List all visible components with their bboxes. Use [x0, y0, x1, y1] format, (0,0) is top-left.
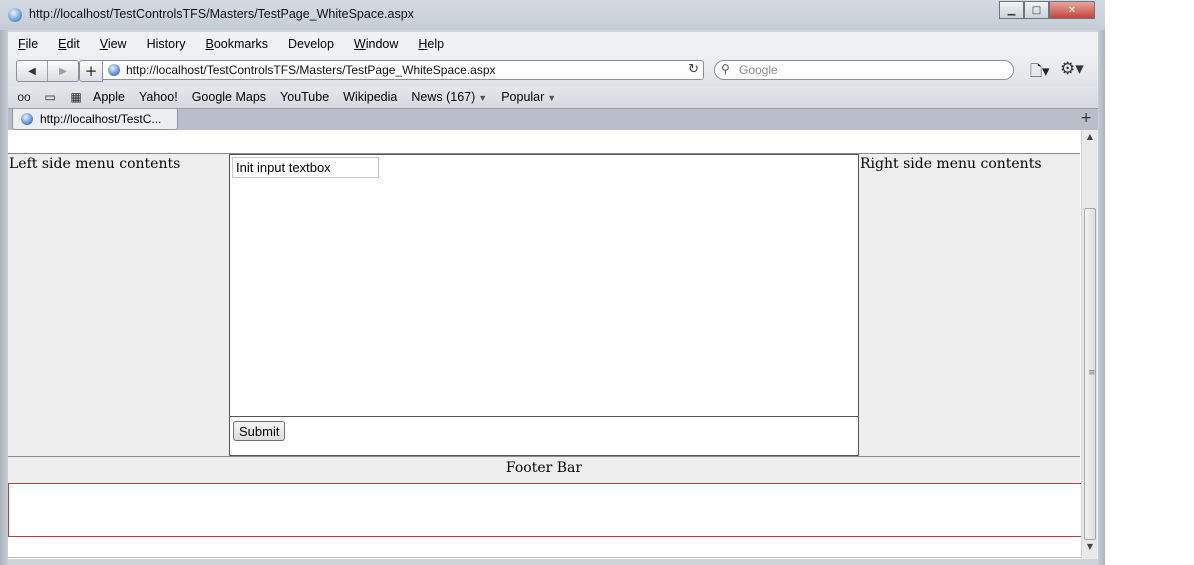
red-bordered-region	[8, 483, 1082, 537]
close-button[interactable]: ✕	[1049, 1, 1095, 19]
bookmark-yahoo[interactable]: Yahoo!	[132, 90, 185, 104]
menu-window[interactable]: Window	[344, 37, 408, 51]
main-content-panel: Submit	[229, 154, 859, 456]
vertical-scrollbar[interactable]: ▲ ≡ ▼	[1081, 130, 1098, 559]
page-content: Left side menu contents Submit Right sid…	[8, 130, 1098, 559]
reload-icon[interactable]: ↻	[688, 62, 699, 77]
init-input-textbox[interactable]	[232, 157, 379, 178]
browser-window: http://localhost/TestControlsTFS/Masters…	[0, 0, 1105, 565]
top-sites-grid-icon[interactable]: ▦	[66, 90, 86, 104]
tab-globe-icon	[21, 113, 33, 125]
chevron-down-icon: ▼	[547, 93, 557, 103]
address-url[interactable]: http://localhost/TestControlsTFS/Masters…	[126, 63, 496, 77]
chevron-down-icon: ▼	[478, 93, 488, 103]
right-side-menu: Right side menu contents	[859, 154, 1080, 456]
right-menu-text: Right side menu contents	[860, 156, 1042, 172]
forward-icon[interactable]: ▶	[47, 61, 78, 81]
search-icon[interactable]: ⚲	[721, 62, 730, 76]
browser-globe-icon	[8, 8, 22, 22]
window-controls: ▁ □ ✕	[999, 1, 1095, 20]
gear-icon[interactable]: ⚙▾	[1060, 59, 1084, 79]
submit-button[interactable]: Submit	[233, 421, 286, 441]
bookmark-google-maps[interactable]: Google Maps	[185, 90, 273, 104]
window-right-border	[1098, 30, 1105, 565]
back-forward-group: ◀ ▶	[16, 60, 79, 82]
window-title: http://localhost/TestControlsTFS/Masters…	[29, 7, 414, 21]
search-input[interactable]	[739, 62, 999, 78]
menu-bookmarks[interactable]: Bookmarks	[196, 37, 279, 51]
left-side-menu: Left side menu contents	[8, 154, 229, 456]
content-divider	[230, 416, 858, 417]
book-icon[interactable]: ▭	[40, 90, 60, 104]
minimize-button[interactable]: ▁	[999, 1, 1024, 19]
menu-file[interactable]: File	[8, 37, 48, 51]
menu-develop[interactable]: Develop	[278, 37, 344, 51]
tab-strip: http://localhost/TestC... +	[8, 108, 1098, 130]
scroll-grip-icon: ≡	[1088, 368, 1096, 378]
tab-active[interactable]: http://localhost/TestC...	[12, 109, 178, 130]
site-globe-icon	[108, 64, 120, 76]
title-bar: http://localhost/TestControlsTFS/Masters…	[0, 0, 1105, 30]
bookmark-folder-news[interactable]: News (167) ▼	[404, 90, 494, 104]
menu-bar: File Edit View History Bookmarks Develop…	[8, 32, 1098, 56]
navigation-toolbar: ◀ ▶ + http://localhost/TestControlsTFS/M…	[8, 56, 1098, 86]
bookmark-youtube[interactable]: YouTube	[273, 90, 336, 104]
scroll-down-arrow-icon[interactable]: ▼	[1082, 542, 1098, 551]
address-bar[interactable]: http://localhost/TestControlsTFS/Masters…	[102, 60, 704, 80]
menu-edit[interactable]: Edit	[48, 37, 90, 51]
back-icon[interactable]: ◀	[17, 61, 47, 81]
menu-history[interactable]: History	[137, 37, 196, 51]
left-menu-text: Left side menu contents	[9, 156, 181, 172]
page-menu-icon[interactable]: 🗋▾	[1030, 61, 1050, 86]
scrollbar-thumb[interactable]: ≡	[1084, 208, 1096, 540]
window-left-border	[0, 30, 8, 565]
add-bookmark-plus-icon[interactable]: +	[79, 60, 103, 82]
scroll-up-arrow-icon[interactable]: ▲	[1082, 132, 1098, 141]
menu-view[interactable]: View	[90, 37, 137, 51]
search-box[interactable]: ⚲	[714, 60, 1014, 80]
bookmark-apple[interactable]: Apple	[86, 90, 132, 104]
new-tab-plus-icon[interactable]: +	[1080, 110, 1092, 126]
footer-bar: Footer Bar	[8, 456, 1080, 483]
bookmark-folder-popular[interactable]: Popular ▼	[494, 90, 563, 104]
bookmarks-bar: oo ▭ ▦ Apple Yahoo! Google Maps YouTube …	[8, 86, 1098, 108]
menu-help[interactable]: Help	[408, 37, 454, 51]
reading-list-icon[interactable]: oo	[14, 90, 34, 104]
maximize-button[interactable]: □	[1024, 1, 1049, 19]
bookmark-wikipedia[interactable]: Wikipedia	[336, 90, 404, 104]
tab-label: http://localhost/TestC...	[40, 112, 162, 126]
bottom-divider	[8, 557, 1098, 558]
